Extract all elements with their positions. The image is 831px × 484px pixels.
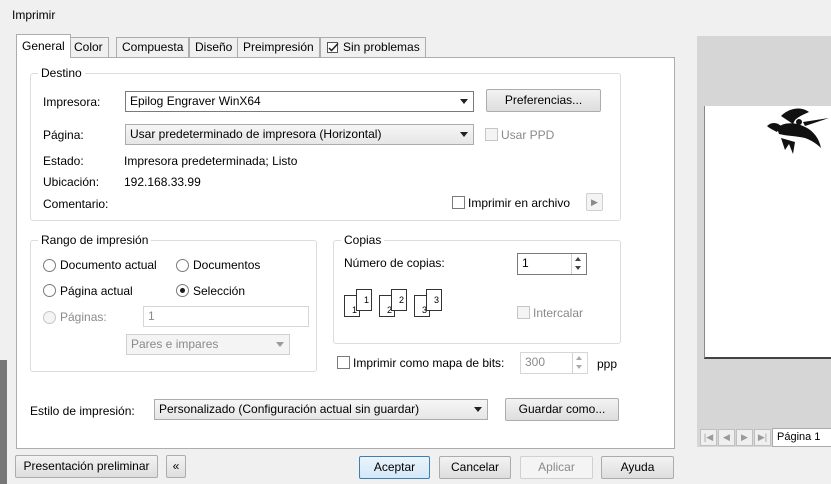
- play-icon: ▶: [591, 197, 598, 207]
- guardar-como-button[interactable]: Guardar como...: [505, 398, 619, 421]
- pagina-select[interactable]: Usar predeterminado de impresora (Horizo…: [125, 124, 474, 145]
- archivo-options-button[interactable]: ▶: [586, 193, 603, 211]
- intercalar-checkbox[interactable]: [517, 306, 530, 319]
- impresora-value: Epilog Engraver WinX64: [130, 94, 261, 108]
- bitmap-dpi-value: 300: [525, 355, 546, 369]
- paginas-input[interactable]: 1: [143, 306, 309, 327]
- tab-general[interactable]: General: [16, 34, 71, 58]
- intercalar-label: Intercalar: [533, 306, 584, 320]
- pagina-actual-label: Página actual: [60, 284, 133, 298]
- seleccion-radio[interactable]: [176, 284, 189, 297]
- next-page-button[interactable]: ▶: [736, 429, 753, 446]
- bitmap-unit: ppp: [597, 357, 618, 371]
- cancelar-button[interactable]: Cancelar: [439, 456, 511, 479]
- bitmap-spinner[interactable]: [572, 353, 586, 373]
- pares-impares-value: Pares e impares: [131, 337, 219, 351]
- tab-compuesta[interactable]: Compuesta: [116, 37, 190, 57]
- impresora-select[interactable]: Epilog Engraver WinX64: [125, 91, 474, 112]
- spin-down-icon[interactable]: [573, 363, 586, 373]
- background-strip: [0, 360, 7, 484]
- destino-group-label: Destino: [38, 66, 85, 80]
- check-pen-icon: [327, 42, 339, 53]
- comentario-label: Comentario:: [43, 197, 109, 211]
- collate-illustration: 1 1 2 2 3 3: [344, 287, 444, 321]
- impresora-label: Impresora:: [43, 95, 101, 109]
- chevron-down-icon: [460, 99, 468, 104]
- ayuda-button[interactable]: Ayuda: [601, 456, 674, 479]
- estilo-label: Estilo de impresión:: [30, 404, 135, 418]
- tab-preimpresion[interactable]: Preimpresión: [237, 37, 320, 57]
- pagina-label: Página:: [43, 128, 84, 142]
- preferencias-button[interactable]: Preferencias...: [486, 89, 601, 112]
- documento-actual-label: Documento actual: [60, 258, 157, 272]
- paginas-label: Páginas:: [60, 310, 107, 324]
- ubicacion-label: Ubicación:: [43, 175, 100, 189]
- collate-page: 1: [356, 289, 372, 311]
- spin-up-icon[interactable]: [572, 254, 585, 264]
- collapse-preview-button[interactable]: «: [166, 455, 186, 478]
- numero-copias-label: Número de copias:: [344, 256, 445, 270]
- bitmap-label: Imprimir como mapa de bits:: [353, 356, 505, 370]
- pares-impares-select[interactable]: Pares e impares: [126, 334, 290, 355]
- seleccion-label: Selección: [193, 284, 246, 298]
- prev-page-icon: ◀: [723, 432, 730, 442]
- next-page-icon: ▶: [741, 432, 748, 442]
- chevron-down-icon: [460, 132, 468, 137]
- bitmap-checkbox[interactable]: [337, 356, 350, 369]
- imprimir-archivo-label: Imprimir en archivo: [468, 196, 571, 210]
- last-page-icon: ▶|: [757, 432, 768, 442]
- usar-ppd-label: Usar PPD: [501, 128, 555, 142]
- estilo-value: Personalizado (Configuración actual sin …: [159, 402, 420, 416]
- estado-label: Estado:: [43, 154, 84, 168]
- tab-diseno[interactable]: Diseño: [189, 37, 239, 57]
- tab-color[interactable]: Color: [68, 37, 109, 57]
- preview-page: [704, 106, 831, 359]
- collate-page: 3: [426, 289, 442, 311]
- copias-group-label: Copias: [341, 233, 385, 247]
- general-panel: Destino Impresora: Epilog Engraver WinX6…: [16, 57, 675, 449]
- prev-page-button[interactable]: ◀: [718, 429, 735, 446]
- hummingbird-image: [767, 108, 829, 154]
- documentos-radio[interactable]: [176, 259, 189, 272]
- pagina-actual-radio[interactable]: [43, 284, 56, 297]
- spin-up-icon[interactable]: [573, 353, 586, 363]
- chevron-down-icon: [276, 342, 284, 347]
- copias-spinner[interactable]: [571, 254, 585, 274]
- imprimir-archivo-checkbox[interactable]: [452, 196, 465, 209]
- paginas-radio[interactable]: [43, 311, 56, 324]
- numero-copias-value: 1: [522, 256, 529, 270]
- ubicacion-value: 192.168.33.99: [124, 175, 201, 189]
- estado-value: Impresora predeterminada; Listo: [124, 154, 298, 168]
- rango-group-label: Rango de impresión: [38, 233, 152, 247]
- chevron-down-icon: [474, 407, 482, 412]
- tab-sin-problemas[interactable]: Sin problemas: [320, 37, 426, 57]
- tab-sin-problemas-label: Sin problemas: [343, 40, 420, 54]
- window-title: Imprimir: [12, 8, 56, 22]
- preview-page-tab[interactable]: Página 1: [772, 428, 831, 447]
- spin-down-icon[interactable]: [572, 264, 585, 274]
- usar-ppd-checkbox[interactable]: [485, 128, 498, 141]
- aplicar-button[interactable]: Aplicar: [520, 456, 593, 479]
- pagina-value: Usar predeterminado de impresora (Horizo…: [130, 127, 382, 141]
- documento-actual-radio[interactable]: [43, 259, 56, 272]
- aceptar-button[interactable]: Aceptar: [359, 456, 430, 479]
- documentos-label: Documentos: [193, 258, 261, 272]
- double-chevron-left-icon: «: [172, 459, 180, 473]
- estilo-select[interactable]: Personalizado (Configuración actual sin …: [154, 399, 488, 420]
- first-page-button[interactable]: |◀: [700, 429, 717, 446]
- collate-page: 2: [391, 289, 407, 311]
- presentacion-preliminar-button[interactable]: Presentación preliminar: [15, 455, 158, 478]
- last-page-button[interactable]: ▶|: [754, 429, 771, 446]
- first-page-icon: |◀: [703, 432, 714, 442]
